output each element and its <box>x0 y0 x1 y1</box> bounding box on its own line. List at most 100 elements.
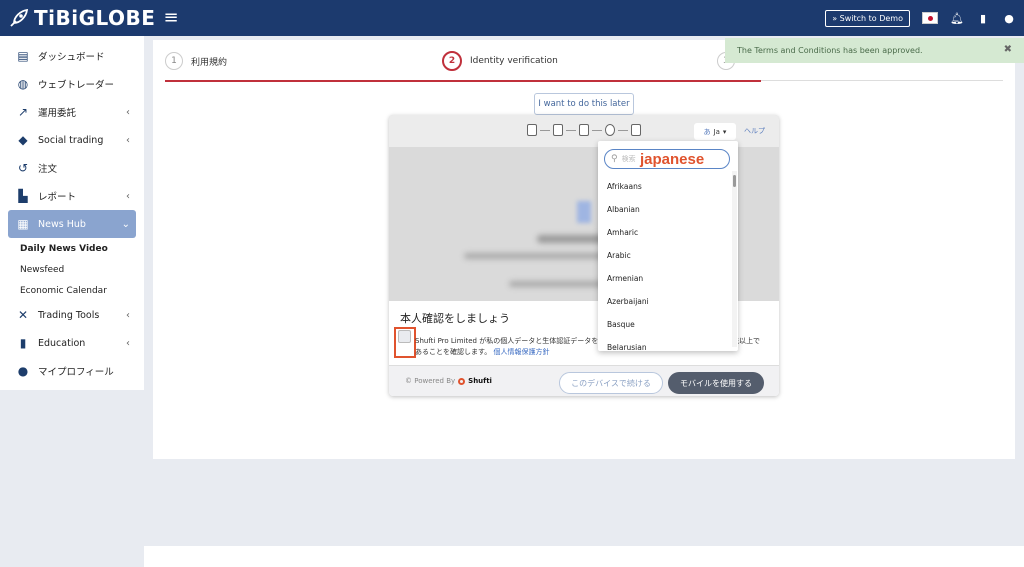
toast-message: The Terms and Conditions has been approv… <box>737 46 923 55</box>
privacy-policy-link[interactable]: 個人情報保護方針 <box>494 348 550 356</box>
news-icon: ▦ <box>17 217 29 231</box>
sidebar-item-social-trading[interactable]: ◆ Social trading ‹ <box>0 126 144 154</box>
document-step-icon <box>553 124 563 136</box>
user-circle-icon[interactable]: ● <box>1002 12 1016 25</box>
location-step-icon <box>605 124 615 136</box>
scrollbar-track[interactable] <box>732 171 737 347</box>
language-select[interactable]: あ Ja ▾ <box>694 123 736 140</box>
language-dropdown: ⚲ 検索 japanese Afrikaans Albanian Amharic… <box>598 141 738 351</box>
language-option[interactable]: Armenian <box>598 267 732 290</box>
switch-to-demo-button[interactable]: » Switch to Demo <box>825 9 910 27</box>
sidebar-item-label: Social trading <box>38 134 104 146</box>
consent-text-line1: Shufti Pro Limited が私の個人データと生体認証データを <box>415 337 599 345</box>
chevron-down-icon: ⌄ <box>121 218 130 230</box>
sidebar-item-label: ダッシュボード <box>38 52 105 63</box>
widget-footer: © Powered By Shufti このデバイスで続ける モバイルを使用する <box>389 365 779 396</box>
step-number: 1 <box>165 52 183 70</box>
chevron-left-icon: ‹ <box>126 337 130 349</box>
social-icon: ◆ <box>18 133 28 147</box>
consent-text-line2: あることを確認します。 個人情報保護方針 <box>415 347 550 357</box>
sidebar: ▤ ダッシュボード ◍ ウェブトレーダー ↗ 運用委託 ‹ ◆ Social t… <box>0 36 144 390</box>
chevron-left-icon: ‹ <box>126 190 130 202</box>
language-option[interactable]: Afrikaans <box>598 175 732 198</box>
chevron-left-icon: ‹ <box>126 309 130 321</box>
step-terms: 1 利用規約 <box>165 52 227 70</box>
success-toast: The Terms and Conditions has been approv… <box>725 38 1024 63</box>
language-option[interactable]: Belarusian <box>598 336 732 351</box>
sidebar-item-orders[interactable]: ↺ 注文 <box>0 154 144 182</box>
sidebar-item-label: 運用委託 <box>38 108 77 119</box>
sidebar-item-news-hub[interactable]: ▦ News Hub ⌄ <box>8 210 136 238</box>
language-option[interactable]: Basque <box>598 313 732 336</box>
powered-by-text: © Powered By <box>405 377 456 385</box>
search-icon: ⚲ <box>611 154 618 164</box>
chart-line-icon: ↗ <box>17 105 29 119</box>
sidebar-item-webtrader[interactable]: ◍ ウェブトレーダー <box>0 70 144 98</box>
sidebar-item-dashboard[interactable]: ▤ ダッシュボード <box>0 42 144 70</box>
progress-line <box>165 80 761 82</box>
continue-on-device-button[interactable]: このデバイスで続ける <box>559 372 663 394</box>
phone-step-icon <box>527 124 537 136</box>
sidebar-subitem-newsfeed[interactable]: Newsfeed <box>0 259 144 280</box>
report-icon: ▙ <box>18 189 28 203</box>
logo[interactable]: TiBiGLOBE <box>8 6 155 30</box>
chevron-left-icon: ‹ <box>126 106 130 118</box>
sidebar-item-label: Trading Tools <box>38 309 100 321</box>
check-step-icon <box>631 124 641 136</box>
annotation-label: japanese <box>640 151 705 168</box>
caret-down-icon: ▾ <box>722 127 727 136</box>
sidebar-item-managed[interactable]: ↗ 運用委託 ‹ <box>0 98 144 126</box>
language-option[interactable]: Arabic <box>598 244 732 267</box>
sidebar-subitem-economic-calendar[interactable]: Economic Calendar <box>0 280 144 301</box>
sidebar-item-trading-tools[interactable]: ✕ Trading Tools ‹ <box>0 301 144 329</box>
globe-icon: ◍ <box>17 77 29 91</box>
page-footer <box>144 546 1024 567</box>
help-link[interactable]: ヘルプ <box>744 126 765 136</box>
language-option[interactable]: Amharic <box>598 221 732 244</box>
language-option[interactable]: Azerbaijani <box>598 290 732 313</box>
translate-icon: あ <box>703 127 711 136</box>
dashboard-icon: ▤ <box>17 49 29 63</box>
checkbox-highlight <box>394 327 416 358</box>
sidebar-subitem-daily-news-video[interactable]: Daily News Video <box>0 238 144 259</box>
do-this-later-button[interactable]: I want to do this later <box>534 93 634 115</box>
step-number: 2 <box>442 51 462 71</box>
language-option[interactable]: Albanian <box>598 198 732 221</box>
scrollbar-thumb[interactable] <box>733 175 736 187</box>
user-icon: ● <box>17 364 29 378</box>
consent-title: 本人確認をしましょう <box>400 312 510 325</box>
japan-flag-icon[interactable] <box>922 12 938 24</box>
shufti-logo-icon <box>458 377 466 385</box>
history-icon: ↺ <box>17 161 29 175</box>
sidebar-item-education[interactable]: ▮ Education ‹ <box>0 329 144 357</box>
sidebar-background <box>0 390 144 567</box>
step-identity-verification: 2 Identity verification <box>442 51 558 71</box>
sidebar-item-label: マイプロフィール <box>38 367 114 378</box>
use-mobile-button[interactable]: モバイルを使用する <box>668 372 764 394</box>
menu-toggle-icon[interactable]: ≡ <box>163 9 178 27</box>
step-label: 利用規約 <box>191 57 228 68</box>
sidebar-item-label: Education <box>38 337 86 349</box>
chat-icon[interactable]: ▮ <box>976 12 990 25</box>
close-icon[interactable]: ✖ <box>1004 44 1012 55</box>
bell-icon[interactable]: 🔔︎ <box>950 12 964 25</box>
language-value: Ja <box>713 127 720 136</box>
main-card: 1 利用規約 2 Identity verification 3 Wallet … <box>153 40 1015 459</box>
tools-icon: ✕ <box>17 308 29 322</box>
widget-progress <box>527 124 641 136</box>
logo-text: TiBiGLOBE <box>34 6 156 30</box>
sidebar-item-label: ウェブトレーダー <box>38 80 115 91</box>
rocket-icon <box>10 8 29 27</box>
top-bar: TiBiGLOBE ≡ » Switch to Demo 🔔︎ ▮ ● <box>0 0 1024 36</box>
sidebar-item-label: レポート <box>38 192 77 203</box>
sidebar-item-reports[interactable]: ▙ レポート ‹ <box>0 182 144 210</box>
powered-brand: Shufti <box>468 377 492 385</box>
sidebar-item-profile[interactable]: ● マイプロフィール <box>0 357 144 385</box>
sidebar-item-label: 注文 <box>38 164 58 175</box>
chevron-left-icon: ‹ <box>126 134 130 146</box>
id-card-step-icon <box>579 124 589 136</box>
step-label: Identity verification <box>470 56 558 66</box>
book-icon: ▮ <box>19 336 27 350</box>
search-placeholder: 検索 <box>621 155 636 163</box>
consent-text: あることを確認します。 <box>415 348 492 356</box>
